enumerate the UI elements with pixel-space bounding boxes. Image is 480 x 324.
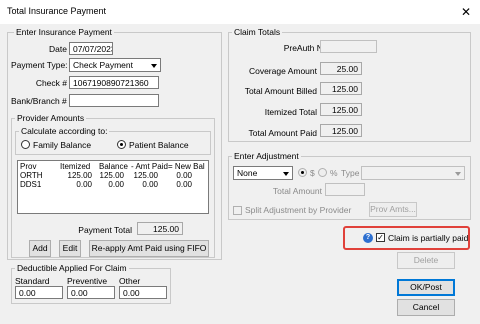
preventive-label: Preventive [67,276,108,286]
table-row[interactable]: DDS1 0.00 0.00 0.00 0.00 [18,180,208,189]
partially-paid-label: Claim is partially paid [388,233,469,243]
enter-payment-title: Enter Insurance Payment [14,27,114,37]
dollar-label: $ [310,168,315,178]
row-prov: DDS1 [20,180,42,189]
standard-label: Standard [15,276,50,286]
row-amt-paid: 0.00 [142,180,158,189]
cancel-button[interactable]: Cancel [397,299,455,316]
close-icon[interactable]: ✕ [452,0,480,24]
bank-branch-label: Bank/Branch # [11,96,67,106]
col-new-bal: = New Bal [168,162,205,171]
adjustment-select[interactable]: None [233,166,293,180]
total-paid-field: 125.00 [320,124,362,137]
title-bar: Total Insurance Payment ✕ [0,0,480,24]
chevron-down-icon [455,172,461,176]
provider-amounts-list[interactable]: Prov Itemized Balance - Amt Paid = New B… [17,160,209,214]
preauth-field [320,40,377,53]
list-header: Prov Itemized Balance - Amt Paid = New B… [18,162,208,171]
coverage-amount-field: 25.00 [320,62,362,75]
payment-total-field: 125.00 [137,222,183,235]
percent-label: % [330,168,338,178]
adjustment-value: None [237,168,258,178]
reapply-fifo-button[interactable]: Re-apply Amt Paid using FIFO [89,240,209,257]
add-button[interactable]: Add [29,240,51,257]
split-adjustment-label: Split Adjustment by Provider [245,205,352,215]
calculate-according-title: Calculate according to: [19,126,110,136]
patient-balance-radio[interactable] [117,140,126,149]
row-prov: ORTH [20,171,43,180]
preventive-field[interactable]: 0.00 [67,286,115,299]
help-icon[interactable]: ? [363,233,373,243]
prov-amts-button[interactable]: Prov Amts... [369,202,417,217]
table-row[interactable]: ORTH 125.00 125.00 125.00 0.00 [18,171,208,180]
coverage-amount-label: Coverage Amount [248,66,317,76]
total-amount-label: Total Amount [272,186,322,196]
adjustment-type-select[interactable] [361,166,465,180]
row-new-bal: 0.00 [176,171,192,180]
delete-button[interactable]: Delete [397,252,455,269]
split-adjustment-checkbox[interactable] [233,206,242,215]
partially-paid-checkbox[interactable]: ✓ [376,233,385,242]
edit-button[interactable]: Edit [59,240,81,257]
patient-balance-label: Patient Balance [129,140,189,150]
other-field[interactable]: 0.00 [119,286,167,299]
col-itemized: Itemized [60,162,91,171]
row-balance: 125.00 [99,171,124,180]
standard-field[interactable]: 0.00 [15,286,63,299]
payment-type-label: Payment Type: [11,60,68,70]
payment-type-value: Check Payment [73,60,133,70]
date-field[interactable]: 07/07/2023 [69,42,113,55]
total-insurance-payment-window: Total Insurance Payment ✕ Enter Insuranc… [0,0,480,324]
chevron-down-icon [283,172,289,176]
itemized-total-label: Itemized Total [264,107,317,117]
total-amount-field[interactable] [325,183,365,196]
total-billed-field: 125.00 [320,82,362,95]
row-amt-paid: 125.00 [133,171,158,180]
total-paid-label: Total Amount Paid [248,128,317,138]
deductible-title: Deductible Applied For Claim [15,263,129,273]
chevron-down-icon [151,64,157,68]
itemized-total-field: 125.00 [320,103,362,116]
col-prov: Prov [20,162,37,171]
family-balance-radio[interactable] [21,140,30,149]
payment-total-label: Payment Total [78,225,132,235]
row-itemized: 125.00 [67,171,92,180]
claim-totals-title: Claim Totals [232,27,283,37]
row-new-bal: 0.00 [176,180,192,189]
check-number-field[interactable]: 1067190890721360 [69,76,159,89]
row-itemized: 0.00 [76,180,92,189]
percent-radio[interactable] [318,168,327,177]
total-billed-label: Total Amount Billed [244,86,317,96]
dollar-radio[interactable] [298,168,307,177]
bank-branch-field[interactable] [69,94,159,107]
window-title: Total Insurance Payment [7,6,107,16]
col-balance: Balance [99,162,128,171]
enter-adjustment-title: Enter Adjustment [232,151,301,161]
family-balance-label: Family Balance [33,140,92,150]
type-label: Type [341,168,360,178]
col-amt-paid: - Amt Paid [131,162,168,171]
provider-amounts-title: Provider Amounts [15,113,87,123]
ok-post-button[interactable]: OK/Post [397,279,455,296]
other-label: Other [119,276,141,286]
check-number-label: Check # [35,78,67,88]
payment-type-select[interactable]: Check Payment [69,58,161,72]
row-balance: 0.00 [108,180,124,189]
date-label: Date [49,44,67,54]
